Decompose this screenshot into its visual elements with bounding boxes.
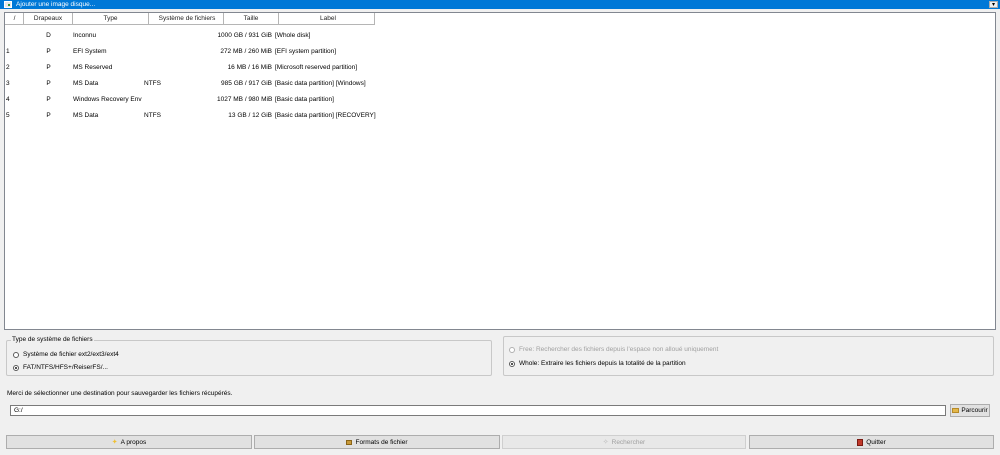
table-row[interactable]: 4 P Windows Recovery Env 1027 MB / 980 M…	[5, 91, 995, 107]
cell-size: 13 GB / 12 GiB	[228, 111, 272, 119]
browse-button-label: Parcourir	[961, 407, 988, 414]
cell-label: [Basic data partition] [RECOVERY]	[275, 111, 376, 119]
cell-flags: P	[46, 95, 51, 103]
formats-icon	[346, 439, 353, 445]
table-row[interactable]: 5 P MS Data NTFS 13 GB / 12 GiB [Basic d…	[5, 107, 995, 123]
table-row[interactable]: 1 P EFI System 272 MB / 260 MiB [EFI sys…	[5, 43, 995, 59]
cell-label: [Microsoft reserved partition]	[275, 63, 358, 71]
cell-flags: P	[46, 47, 51, 55]
destination-path-input[interactable]: G:/	[10, 405, 946, 416]
cell-label: [Whole disk]	[275, 31, 311, 39]
column-header-filesystem[interactable]: Système de fichiers	[149, 13, 224, 25]
table-body: D Inconnu 1000 GB / 931 GiB [Whole disk]…	[5, 27, 995, 123]
destination-label: Merci de sélectionner une destination po…	[7, 390, 233, 397]
search-button[interactable]: ✧ Rechercher	[502, 435, 746, 449]
radio-fat-ntfs-filesystem[interactable]: FAT/NTFS/HFS+/ReiserFS/...	[13, 364, 108, 371]
cell-number: 2	[6, 63, 10, 71]
radio-label: Whole: Extraire les fichiers depuis la t…	[519, 360, 686, 367]
radio-free-mode[interactable]: Free: Rechercher des fichiers depuis l'e…	[509, 346, 718, 353]
cell-type: Inconnu	[73, 31, 97, 39]
cell-flags: P	[46, 79, 51, 87]
cell-filesystem: NTFS	[144, 79, 161, 87]
file-formats-button[interactable]: Formats de fichier	[254, 435, 500, 449]
radio-button-checked[interactable]	[13, 364, 19, 371]
chevron-down-icon[interactable]: ▾	[989, 1, 998, 8]
radio-ext-filesystem[interactable]: Système de fichier ext2/ext3/ext4	[13, 351, 119, 358]
radio-label: FAT/NTFS/HFS+/ReiserFS/...	[23, 364, 108, 371]
cell-type: MS Data	[73, 79, 99, 87]
column-header-number[interactable]: /	[5, 13, 24, 25]
partition-table[interactable]: / Drapeaux Type Système de fichiers Tail…	[4, 12, 996, 330]
cell-size: 1027 MB / 980 MiB	[217, 95, 273, 103]
radio-label: Système de fichier ext2/ext3/ext4	[23, 351, 119, 358]
cell-label: [EFI system partition]	[275, 47, 337, 55]
quit-button-label: Quitter	[866, 438, 886, 446]
about-button[interactable]: ✦ A propos	[6, 435, 252, 449]
exit-icon	[857, 438, 864, 446]
star-icon: ✦	[111, 439, 118, 446]
recovery-mode-group: Free: Rechercher des fichiers depuis l'e…	[503, 336, 994, 376]
cell-number: 1	[6, 47, 10, 55]
filesystem-type-title: Type de système de fichiers	[11, 336, 94, 343]
cell-flags: D	[46, 31, 51, 39]
cell-flags: P	[46, 63, 51, 71]
radio-button-checked[interactable]	[509, 360, 515, 367]
browse-button[interactable]: Parcourir	[950, 404, 990, 417]
column-header-flags[interactable]: Drapeaux	[24, 13, 73, 25]
table-row[interactable]: 2 P MS Reserved 16 MB / 16 MiB [Microsof…	[5, 59, 995, 75]
cell-size: 16 MB / 16 MiB	[227, 63, 272, 71]
cell-number: 5	[6, 111, 10, 119]
cell-type: EFI System	[73, 47, 107, 55]
cell-size: 1000 GB / 931 GiB	[217, 31, 272, 39]
disk-icon	[4, 1, 12, 8]
column-header-type[interactable]: Type	[73, 13, 149, 25]
about-button-label: A propos	[120, 438, 147, 446]
radio-whole-mode[interactable]: Whole: Extraire les fichiers depuis la t…	[509, 360, 686, 367]
cell-size: 272 MB / 260 MiB	[220, 47, 272, 55]
quit-button[interactable]: Quitter	[749, 435, 994, 449]
table-row[interactable]: D Inconnu 1000 GB / 931 GiB [Whole disk]	[5, 27, 995, 43]
cell-type: MS Reserved	[73, 63, 113, 71]
search-icon: ✧	[602, 439, 609, 446]
radio-label: Free: Rechercher des fichiers depuis l'e…	[519, 346, 719, 353]
cell-number: 3	[6, 79, 10, 87]
file-formats-button-label: Formats de fichier	[355, 438, 408, 446]
cell-flags: P	[46, 111, 51, 119]
cell-type: Windows Recovery Env	[73, 95, 142, 103]
folder-icon	[952, 408, 960, 413]
cell-filesystem: NTFS	[144, 111, 161, 119]
column-header-size[interactable]: Taille	[224, 13, 279, 25]
radio-button[interactable]	[13, 351, 19, 358]
search-button-label: Rechercher	[611, 438, 646, 446]
cell-label: [Basic data partition] [Windows]	[275, 79, 366, 87]
column-header-label[interactable]: Label	[279, 13, 375, 25]
cell-number: 4	[6, 95, 10, 103]
cell-type: MS Data	[73, 111, 99, 119]
disk-image-combobox[interactable]: Ajouter une image disque... ▾	[0, 0, 1000, 9]
combobox-text: Ajouter une image disque...	[16, 1, 96, 8]
table-header: / Drapeaux Type Système de fichiers Tail…	[5, 13, 375, 25]
table-row[interactable]: 3 P MS Data NTFS 985 GB / 917 GiB [Basic…	[5, 75, 995, 91]
cell-label: [Basic data partition]	[275, 95, 334, 103]
cell-size: 985 GB / 917 GiB	[221, 79, 272, 87]
filesystem-type-group: Type de système de fichiers Système de f…	[6, 336, 492, 376]
radio-button[interactable]	[509, 346, 515, 353]
